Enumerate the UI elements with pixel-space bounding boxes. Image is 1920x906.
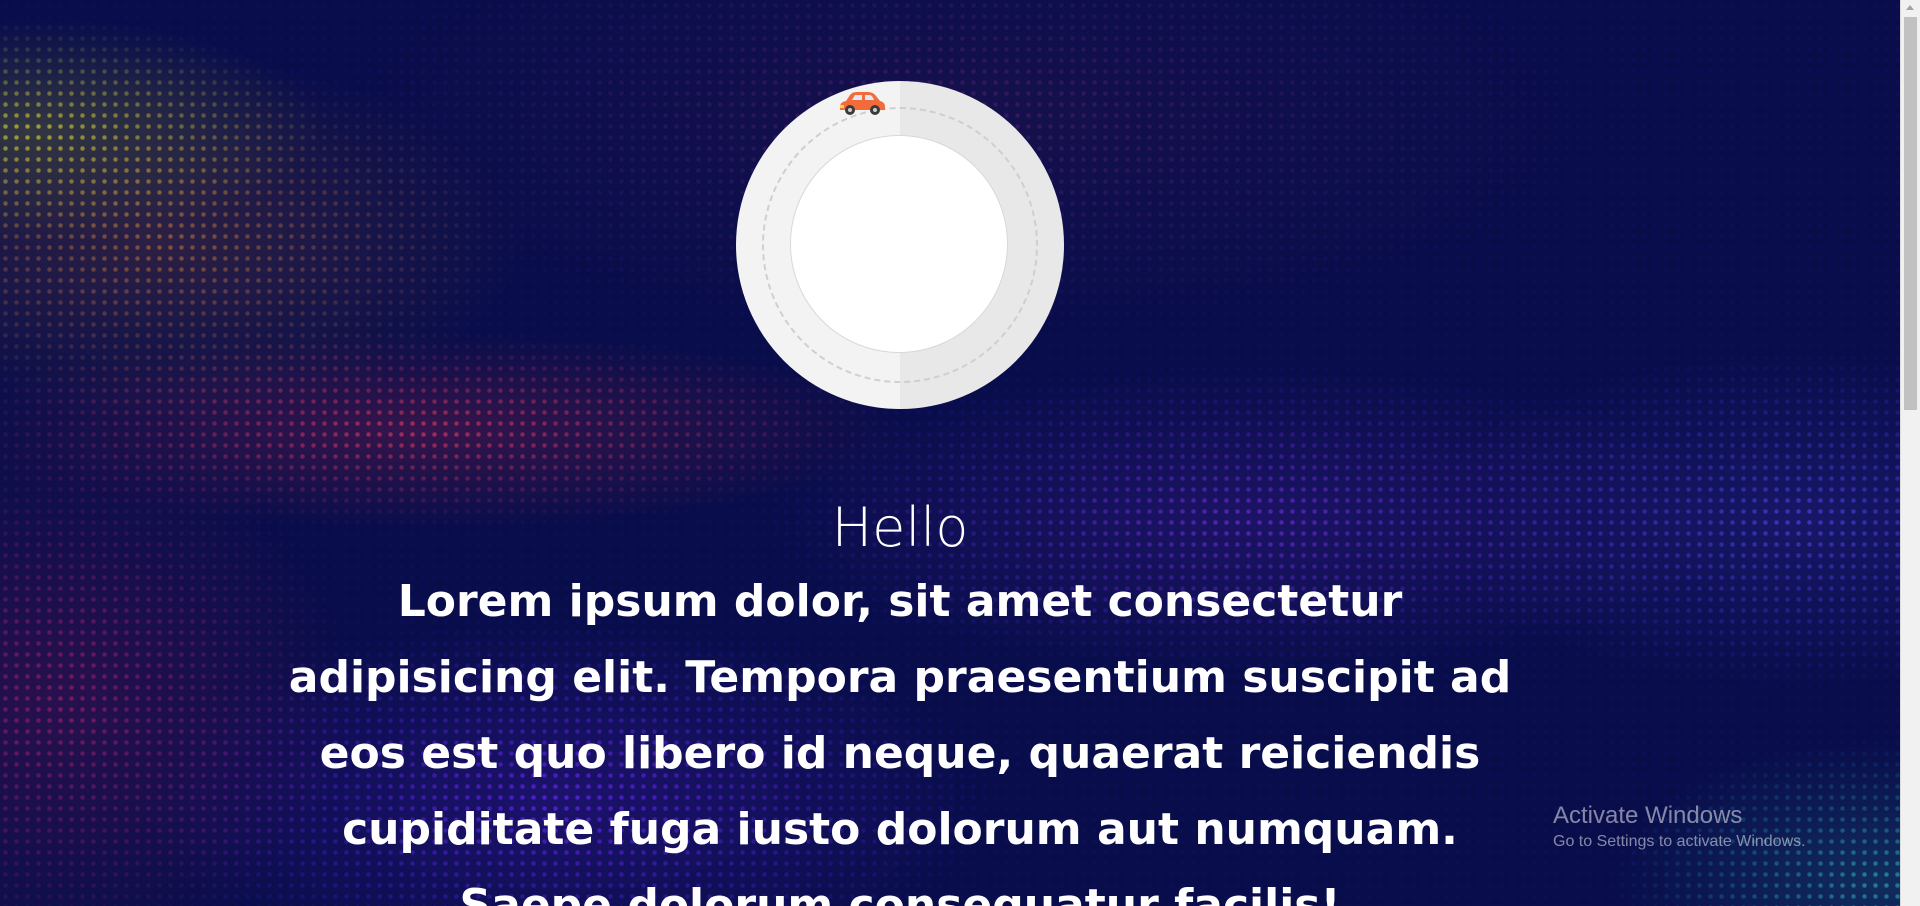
scrollbar-thumb[interactable] [1904, 17, 1917, 410]
circular-road-loader [736, 81, 1064, 409]
vertical-scrollbar[interactable] [1900, 0, 1920, 906]
scroll-up-arrow-icon[interactable] [1906, 5, 1914, 10]
lorem-paragraph: Lorem ipsum dolor, sit amet consectetur … [288, 576, 1512, 906]
car-icon [840, 92, 885, 115]
activate-windows-watermark: Activate Windows Go to Settings to activ… [1553, 800, 1806, 852]
watermark-subtitle: Go to Settings to activate Windows. [1553, 833, 1806, 850]
hello-heading: Hello [831, 496, 969, 559]
watermark-title: Activate Windows [1553, 802, 1743, 829]
loader-center-circle [790, 135, 1008, 353]
